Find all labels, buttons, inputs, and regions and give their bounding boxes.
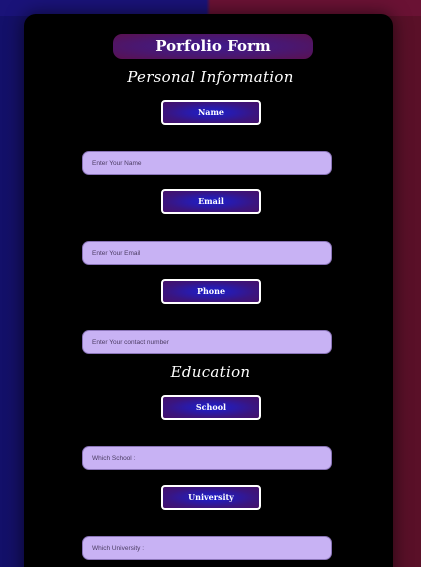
section-heading-education: Education bbox=[170, 363, 251, 381]
email-label: Email bbox=[161, 189, 261, 214]
name-input[interactable] bbox=[82, 151, 332, 175]
school-label: School bbox=[161, 395, 261, 420]
name-label: Name bbox=[161, 100, 261, 125]
school-input[interactable] bbox=[82, 446, 332, 470]
section-heading-personal: Personal Information bbox=[127, 68, 294, 86]
phone-input[interactable] bbox=[82, 330, 332, 354]
university-label: University bbox=[161, 485, 261, 510]
university-input[interactable] bbox=[82, 536, 332, 560]
email-input[interactable] bbox=[82, 241, 332, 265]
form-title: Porfolio Form bbox=[113, 34, 313, 59]
phone-label: Phone bbox=[161, 279, 261, 304]
